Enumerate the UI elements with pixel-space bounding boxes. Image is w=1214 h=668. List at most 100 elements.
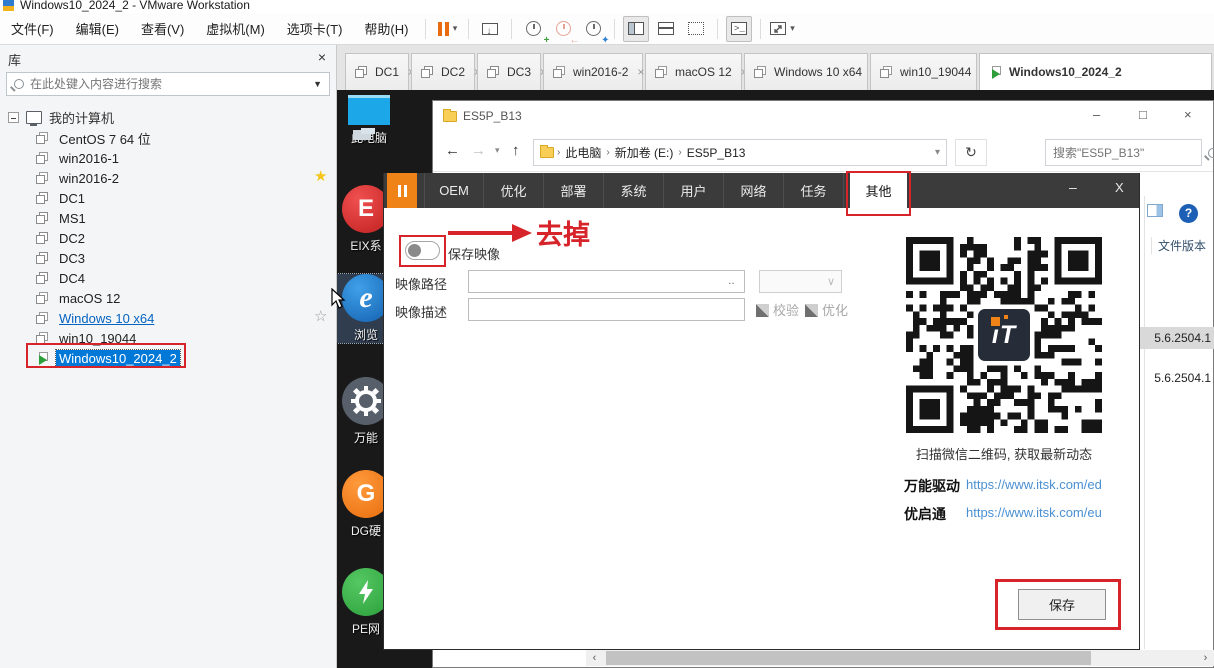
sidebar-item-win10x64[interactable]: Windows 10 x64 — [36, 308, 157, 328]
sidebar-item-dc3[interactable]: DC3 — [36, 248, 88, 268]
close-icon[interactable]: X — [1115, 180, 1124, 195]
tab-system[interactable]: 系统 — [604, 173, 664, 208]
favorite-star-icon[interactable]: ★ — [314, 167, 327, 185]
history-chevron-icon[interactable]: ▾ — [495, 145, 500, 156]
refresh-button[interactable]: ↻ — [955, 139, 987, 166]
help-icon[interactable]: ? — [1179, 204, 1198, 223]
revert-snapshot-button[interactable]: ← — [550, 16, 576, 42]
app-titlebar[interactable]: Windows10_2024_2 - VMware Workstation — [0, 0, 1214, 13]
optimize-checkbox[interactable]: 优化 — [805, 300, 862, 319]
sidebar-item-dc4[interactable]: DC4 — [36, 268, 88, 288]
preview-pane-icon[interactable] — [1147, 204, 1163, 220]
fullscreen-button[interactable] — [683, 16, 709, 42]
take-snapshot-button[interactable]: + — [520, 16, 546, 42]
sidebar-item-dc2[interactable]: DC2 — [36, 228, 88, 248]
menu-help[interactable]: 帮助(H) — [353, 13, 419, 44]
horizontal-scrollbar[interactable]: ‹ › — [586, 650, 1214, 666]
save-image-toggle[interactable] — [405, 241, 440, 260]
breadcrumb-this-pc[interactable]: 此电脑 — [565, 144, 601, 161]
sidebar-item-macos[interactable]: macOS 12 — [36, 288, 123, 308]
save-button[interactable]: 保存 — [1018, 589, 1106, 620]
minimize-icon[interactable]: – — [1093, 107, 1100, 122]
chevron-down-icon[interactable]: ▾ — [453, 23, 458, 34]
file-row[interactable]: 5.6.2504.1 — [1136, 367, 1214, 389]
close-icon[interactable]: × — [318, 49, 326, 65]
show-thumbnails-button[interactable] — [653, 16, 679, 42]
tab-dc2[interactable]: DC2× — [411, 53, 475, 90]
favorite-star-outline-icon[interactable]: ☆ — [314, 307, 327, 325]
tab-dc3[interactable]: DC3× — [477, 53, 541, 90]
menu-edit[interactable]: 编辑(E) — [65, 13, 130, 44]
scroll-left-icon[interactable]: ‹ — [586, 650, 603, 666]
menu-tabs[interactable]: 选项卡(T) — [276, 13, 354, 44]
search-input[interactable] — [30, 77, 309, 91]
tab-oem[interactable]: OEM — [424, 173, 484, 208]
sidebar-item-win2016-1[interactable]: win2016-1 — [36, 148, 122, 168]
tab-user[interactable]: 用户 — [664, 173, 724, 208]
scroll-right-icon[interactable]: › — [1197, 650, 1214, 666]
sidebar-item-win2016-2[interactable]: win2016-2 — [36, 168, 122, 188]
scrollbar-thumb[interactable] — [606, 651, 1091, 665]
sidebar-item-win10-19044[interactable]: win10_19044 — [36, 328, 139, 348]
address-bar[interactable]: › 此电脑 › 新加卷 (E:) › ES5P_B13 ▾ — [533, 139, 947, 166]
chevron-down-icon[interactable]: ▾ — [790, 23, 795, 34]
collapse-icon[interactable] — [8, 112, 19, 123]
explorer-search-input[interactable] — [1053, 146, 1208, 160]
manage-snapshots-button[interactable]: ✦ — [580, 16, 606, 42]
column-header-file-version[interactable]: 文件版本 — [1151, 237, 1206, 254]
close-icon[interactable]: × — [637, 65, 644, 79]
minimize-icon[interactable]: – — [1069, 179, 1077, 195]
maximize-icon[interactable]: □ — [1139, 107, 1147, 122]
breadcrumb-es5p-b13[interactable]: ES5P_B13 — [687, 146, 746, 160]
explorer-navbar: ← → ▾ ↑ › 此电脑 › 新加卷 (E:) › ES5P_B13 ▾ ↻ — [433, 133, 1213, 172]
vm-label: DC3 — [56, 250, 88, 267]
close-icon[interactable]: × — [1184, 107, 1192, 122]
fit-guest-button[interactable]: ▾ — [769, 16, 795, 42]
send-ctrl-alt-del-button[interactable] — [477, 16, 503, 42]
up-icon[interactable]: ↑ — [512, 142, 520, 159]
tab-task[interactable]: 任务 — [784, 173, 844, 208]
tab-deploy[interactable]: 部署 — [544, 173, 604, 208]
show-library-button[interactable] — [623, 16, 649, 42]
browse-button[interactable]: .. — [728, 273, 735, 287]
library-header: 库 × — [0, 48, 336, 70]
tab-macos12[interactable]: macOS 12× — [645, 53, 742, 90]
console-view-button[interactable]: >_ — [726, 16, 752, 42]
menu-vm[interactable]: 虚拟机(M) — [195, 13, 276, 44]
library-search[interactable]: ▼ — [6, 72, 330, 96]
desktop-icon-this-pc[interactable]: 此电脑 — [337, 95, 409, 146]
chevron-down-icon[interactable]: ▾ — [935, 147, 940, 158]
pause-icon[interactable] — [387, 173, 417, 208]
chevron-down-icon[interactable]: ▼ — [313, 79, 322, 89]
wandrv-link[interactable]: https://www.itsk.com/ed — [966, 477, 1102, 492]
sidebar-item-dc1[interactable]: DC1 — [36, 188, 88, 208]
tab-windows10-x64[interactable]: Windows 10 x64× — [744, 53, 868, 90]
tree-root-my-computer[interactable]: 我的计算机 — [8, 108, 114, 127]
logo-text: ıT — [992, 321, 1016, 350]
back-icon[interactable]: ← — [445, 142, 460, 159]
sidebar-item-ms1[interactable]: MS1 — [36, 208, 89, 228]
image-desc-input[interactable] — [468, 298, 745, 321]
explorer-search[interactable] — [1045, 139, 1202, 166]
sidebar-item-centos[interactable]: CentOS 7 64 位 — [36, 128, 154, 148]
uqitong-link[interactable]: https://www.itsk.com/eu — [966, 505, 1102, 520]
dialog-titlebar[interactable]: OEM 优化 部署 系统 用户 网络 任务 其他 – X — [384, 173, 1139, 208]
file-row-selected[interactable]: 5.6.2504.1 — [1136, 327, 1214, 349]
tab-other-active[interactable]: 其他 — [850, 173, 907, 208]
tab-win10-19044[interactable]: win10_19044× — [870, 53, 977, 90]
sidebar-item-windows10-2024-2[interactable]: Windows10_2024_2 — [36, 348, 180, 368]
menu-view[interactable]: 查看(V) — [130, 13, 195, 44]
image-path-input[interactable] — [468, 270, 745, 293]
breadcrumb-drive-e[interactable]: 新加卷 (E:) — [615, 144, 674, 161]
power-pause-button[interactable]: ▾ — [434, 16, 460, 42]
tab-win2016-2[interactable]: win2016-2× — [543, 53, 643, 90]
forward-icon[interactable]: → — [471, 142, 486, 159]
tab-windows10-2024-2-active[interactable]: Windows10_2024_2 — [979, 53, 1212, 90]
tab-dc1[interactable]: DC1× — [345, 53, 409, 90]
menu-file[interactable]: 文件(F) — [0, 13, 65, 44]
explorer-titlebar[interactable]: ES5P_B13 – □ × — [433, 101, 1213, 133]
tab-optimize[interactable]: 优化 — [484, 173, 544, 208]
tab-network[interactable]: 网络 — [724, 173, 784, 208]
ctrl-alt-del-icon — [482, 23, 498, 35]
image-path-combo[interactable]: ∨ — [759, 270, 842, 293]
